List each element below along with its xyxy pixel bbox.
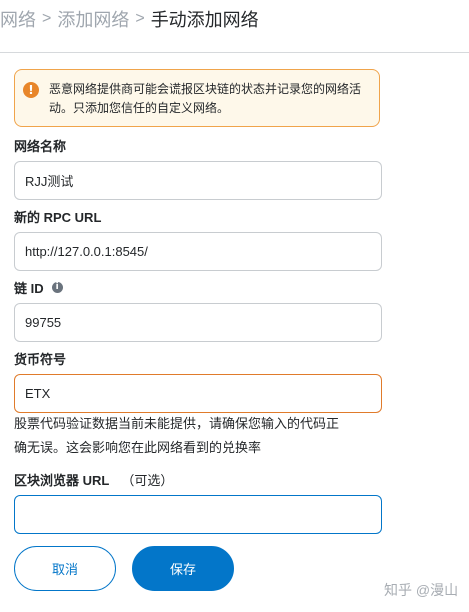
watermark: 知乎 @漫山 [384, 582, 459, 598]
network-name-input[interactable] [14, 161, 382, 200]
currency-symbol-warning: 股票代码验证数据当前未能提供，请确保您输入的代码正 确无误。这会影响您在此网络看… [14, 416, 340, 455]
breadcrumb-networks-link[interactable]: 网络 [0, 6, 36, 32]
breadcrumb-add-network-link[interactable]: 添加网络 [57, 6, 129, 32]
optional-label: （可选） [121, 473, 174, 488]
warning-line-2: 动。只添加您信任的自定义网络。 [49, 101, 230, 115]
currency-symbol-label: 货币符号 [14, 352, 67, 367]
chain-id-input[interactable] [14, 303, 382, 342]
warning-text: 恶意网络提供商可能会谎报区块链的状态并记录您的网络活 动。只添加您信任的自定义网… [49, 80, 361, 118]
breadcrumb-separator: > [42, 10, 52, 27]
breadcrumb: 网络 > 添加网络 > 手动添加网络 [0, 4, 259, 34]
chain-id-label: 链 ID i [14, 278, 63, 297]
exclamation-circle-icon: ! [23, 82, 39, 98]
info-icon[interactable]: i [51, 282, 63, 293]
warning-line-1: 恶意网络提供商可能会谎报区块链的状态并记录您的网络活 [49, 82, 362, 96]
rpc-url-input[interactable] [14, 232, 382, 271]
header-divider [0, 52, 469, 53]
breadcrumb-separator: > [135, 10, 145, 27]
rpc-url-label: 新的 RPC URL [14, 210, 102, 225]
cancel-button[interactable]: 取消 [14, 546, 116, 591]
currency-symbol-input[interactable] [14, 374, 382, 413]
network-name-label: 网络名称 [14, 139, 67, 154]
save-button[interactable]: 保存 [132, 546, 234, 591]
block-explorer-input[interactable] [14, 495, 382, 534]
page-title: 手动添加网络 [150, 10, 259, 30]
warning-banner: ! 恶意网络提供商可能会谎报区块链的状态并记录您的网络活 动。只添加您信任的自定… [14, 69, 380, 127]
block-explorer-label: 区块浏览器 URL （可选） [14, 470, 173, 489]
